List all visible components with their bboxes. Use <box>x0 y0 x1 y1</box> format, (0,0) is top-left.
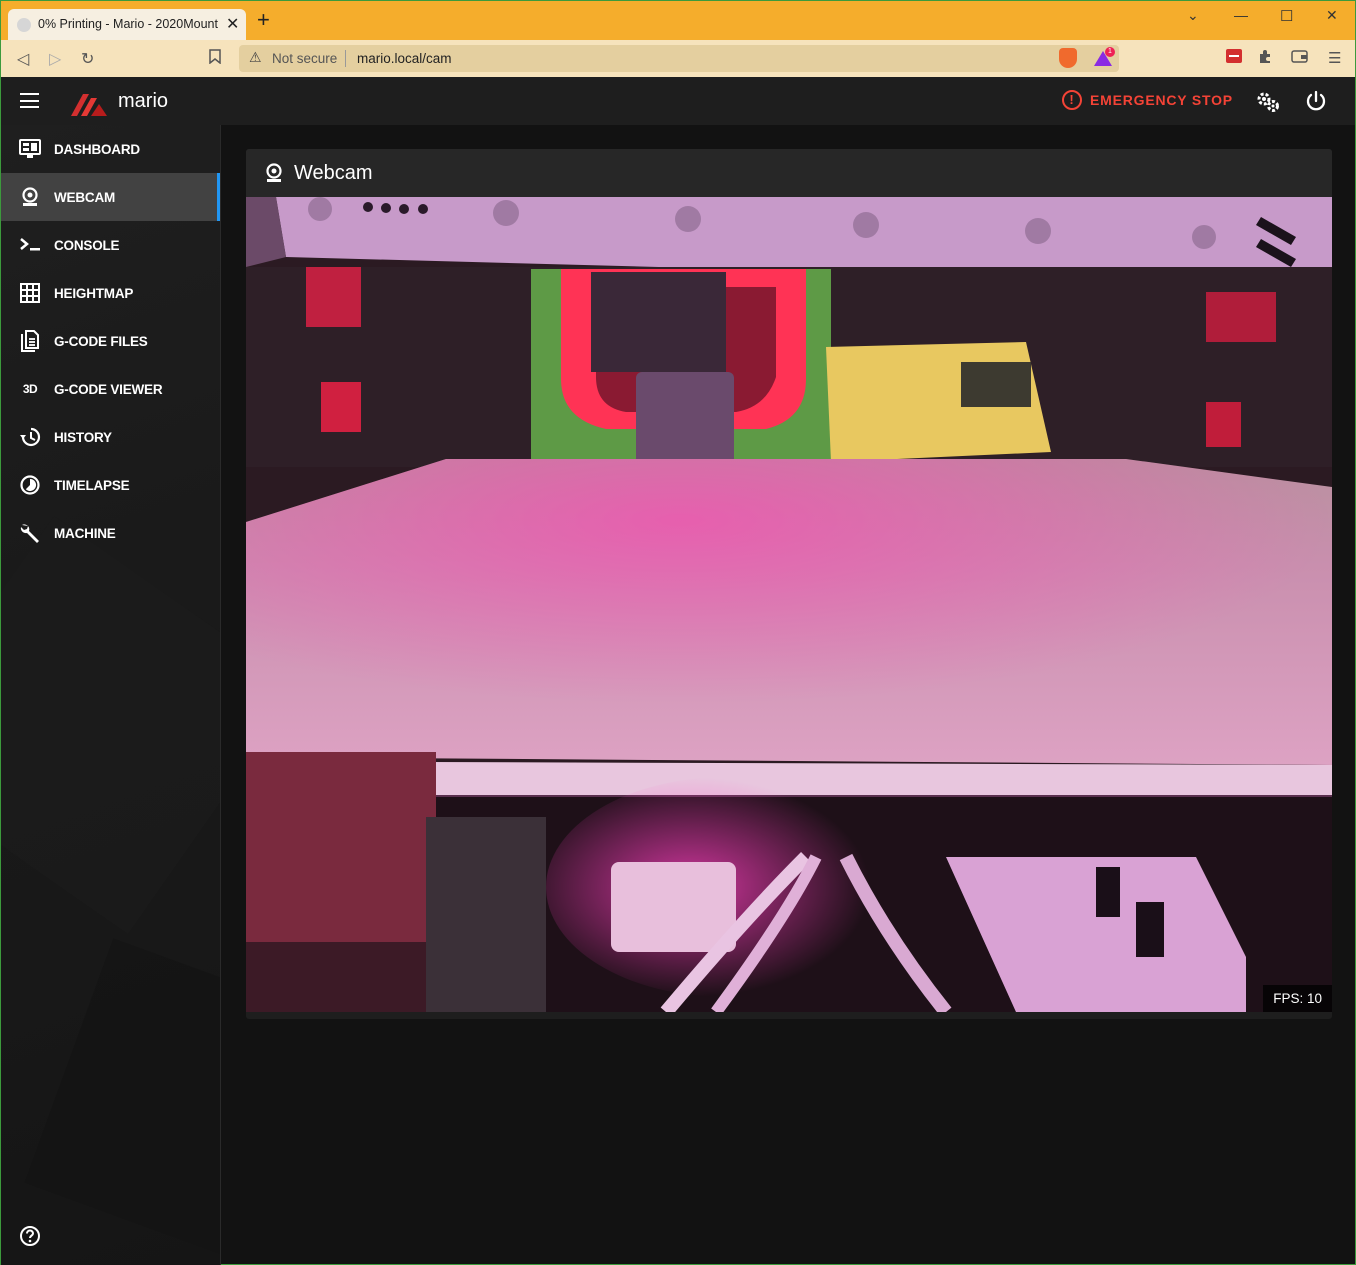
extension-red-icon[interactable] <box>1226 49 1242 67</box>
sidebar-item-label: WEBCAM <box>54 189 116 205</box>
back-icon[interactable]: ◁ <box>17 49 29 69</box>
divider <box>345 50 346 67</box>
sidebar-item-label: DASHBOARD <box>54 141 140 157</box>
sidebar-item-label: HISTORY <box>54 429 112 445</box>
minimize-icon[interactable]: — <box>1234 7 1248 23</box>
menu-toggle-icon[interactable] <box>20 93 39 108</box>
extensions-puzzle-icon[interactable] <box>1258 49 1273 68</box>
tab-title: 0% Printing - Mario - 2020Mount <box>38 17 218 31</box>
maximize-icon[interactable]: ☐ <box>1280 7 1293 25</box>
close-tab-icon[interactable]: ✕ <box>226 14 239 34</box>
sidebar-item-dashboard[interactable]: DASHBOARD <box>1 125 220 173</box>
sidebar-item-heightmap[interactable]: HEIGHTMAP <box>1 269 220 317</box>
sidebar-item-label: MACHINE <box>54 525 116 541</box>
webcam-stream[interactable]: FPS: 10 <box>246 197 1332 1012</box>
wrench-icon <box>18 521 42 545</box>
address-bar[interactable]: ⚠ Not secure mario.local/cam 1 <box>239 45 1119 72</box>
sidebar-item-history[interactable]: HISTORY <box>1 413 220 461</box>
sidebar-item-gcode-files[interactable]: G-CODE FILES <box>1 317 220 365</box>
url-text: mario.local/cam <box>357 51 452 66</box>
sidebar-nav: DASHBOARD WEBCAM CONSOLE HEIGHTMAP G-COD… <box>1 125 221 1265</box>
panel-header: Webcam <box>246 149 1332 197</box>
security-label: Not secure <box>272 51 338 66</box>
machine-name: mario <box>118 90 169 112</box>
power-icon[interactable] <box>1305 90 1327 112</box>
browser-window: 0% Printing - Mario - 2020Mount ✕ + ⌄ — … <box>0 0 1356 1265</box>
close-window-icon[interactable]: ✕ <box>1326 7 1338 24</box>
warning-icon: ⚠ <box>249 49 262 65</box>
webcam-image <box>246 197 1332 1012</box>
settings-cogs-icon[interactable] <box>1256 91 1280 113</box>
sidebar-item-label: TIMELAPSE <box>54 477 130 493</box>
panel-title: Webcam <box>294 162 373 184</box>
app-bar: mario ! EMERGENCY STOP <box>1 77 1355 125</box>
browser-menu-icon[interactable]: ☰ <box>1328 49 1341 67</box>
history-icon <box>18 425 42 449</box>
3d-icon: 3D <box>22 382 38 396</box>
wallet-icon[interactable] <box>1291 49 1308 67</box>
console-icon <box>18 233 42 257</box>
sidebar-item-label: CONSOLE <box>54 237 120 253</box>
rewards-badge: 1 <box>1105 47 1115 57</box>
brave-shields-icon[interactable] <box>1059 48 1077 68</box>
browser-toolbar: ◁ ▷ ↻ ⚠ Not secure mario.local/cam 1 ☰ <box>1 40 1355 77</box>
sidebar-item-console[interactable]: CONSOLE <box>1 221 220 269</box>
browser-tab[interactable]: 0% Printing - Mario - 2020Mount ✕ <box>8 9 246 40</box>
sidebar-item-timelapse[interactable]: TIMELAPSE <box>1 461 220 509</box>
help-circle-icon[interactable] <box>19 1225 41 1247</box>
sidebar-item-webcam[interactable]: WEBCAM <box>1 173 220 221</box>
webcam-panel: Webcam FPS: 10 <box>246 149 1332 1019</box>
timelapse-icon <box>18 473 42 497</box>
forward-icon[interactable]: ▷ <box>49 49 61 69</box>
webcam-icon <box>266 163 282 182</box>
reload-icon[interactable]: ↻ <box>81 49 94 69</box>
sidebar-item-machine[interactable]: MACHINE <box>1 509 220 557</box>
file-document-icon <box>18 329 42 353</box>
sidebar-item-label: HEIGHTMAP <box>54 285 134 301</box>
webcam-icon <box>18 185 42 209</box>
alert-circle-icon: ! <box>1062 90 1082 110</box>
tab-search-icon[interactable]: ⌄ <box>1187 7 1199 24</box>
tab-strip: 0% Printing - Mario - 2020Mount ✕ + ⌄ — … <box>1 1 1355 40</box>
monitor-dashboard-icon <box>18 137 42 161</box>
bookmark-icon[interactable] <box>209 49 221 69</box>
emergency-stop-button[interactable]: ! EMERGENCY STOP <box>1062 90 1233 114</box>
sidebar-item-gcode-viewer[interactable]: 3D G-CODE VIEWER <box>1 365 220 413</box>
new-tab-button[interactable]: + <box>257 9 270 31</box>
fps-counter: FPS: 10 <box>1263 985 1332 1012</box>
duet-logo-icon <box>71 94 107 116</box>
grid-icon <box>18 281 42 305</box>
sidebar-item-label: G-CODE FILES <box>54 333 148 349</box>
favicon-icon <box>17 18 31 32</box>
sidebar-item-label: G-CODE VIEWER <box>54 381 163 397</box>
